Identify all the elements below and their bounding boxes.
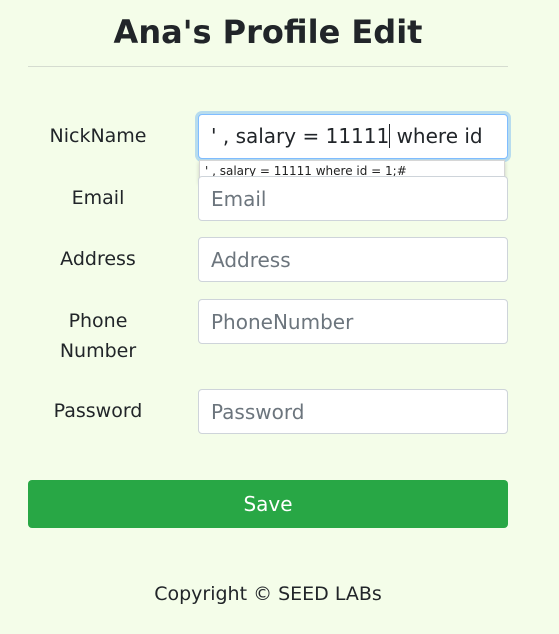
- phone-label-line1: Phone: [68, 310, 128, 332]
- address-label: Address: [60, 248, 136, 270]
- nickname-input[interactable]: ' , salary = 11111 where id: [198, 114, 508, 159]
- nickname-label: NickName: [49, 125, 147, 147]
- save-button[interactable]: Save: [28, 480, 508, 528]
- email-label: Email: [71, 187, 125, 209]
- nickname-value-after-caret: where id: [390, 124, 483, 148]
- phone-number-field[interactable]: [198, 299, 508, 344]
- phone-label-line2: Number: [59, 340, 137, 362]
- nickname-value-before-caret: ' , salary = 11111: [211, 124, 390, 148]
- copyright-footer: Copyright © SEED LABs: [154, 583, 382, 605]
- page-title: Ana's Profile Edit: [113, 13, 423, 51]
- password-label: Password: [53, 400, 143, 422]
- password-field[interactable]: [198, 389, 508, 434]
- address-field[interactable]: [198, 237, 508, 282]
- profile-edit-page: Ana's Profile Edit NickName ' , salary =…: [0, 0, 559, 634]
- email-field[interactable]: [198, 176, 508, 221]
- title-divider: [28, 66, 508, 67]
